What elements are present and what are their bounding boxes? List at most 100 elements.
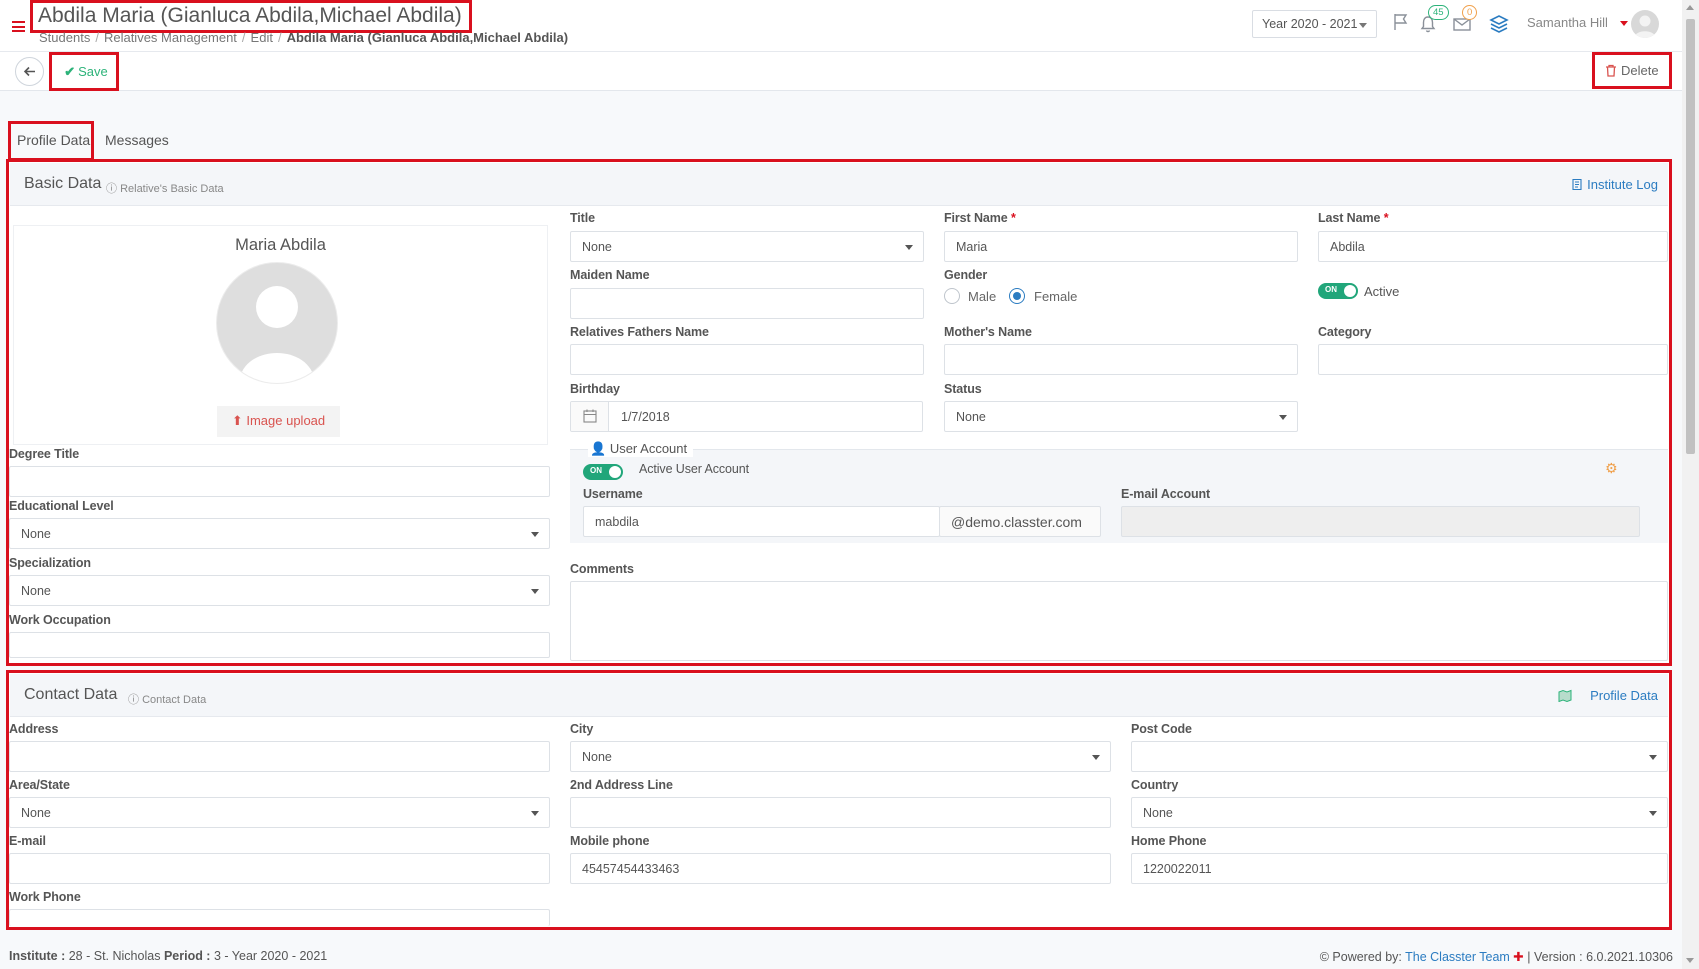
save-button-label: Save	[78, 63, 108, 79]
page-title: Abdila Maria (Gianluca Abdila,Michael Ab…	[30, 0, 472, 33]
mobile-phone-input[interactable]: 45457454433463	[570, 853, 1111, 884]
email-account-input	[1121, 506, 1640, 537]
birthday-input[interactable]: 1/7/2018	[570, 401, 923, 432]
area-state-select[interactable]: None	[9, 797, 550, 828]
chevron-down-icon	[1649, 755, 1657, 760]
image-upload-button[interactable]: ⬆ Image upload	[217, 406, 340, 437]
active-user-account-label: Active User Account	[639, 462, 749, 476]
contact-data-header: Contact Data ⓘ Contact Data Profile Data	[10, 674, 1668, 717]
country-select[interactable]: None	[1131, 797, 1668, 828]
user-name[interactable]: Samantha Hill	[1527, 15, 1608, 30]
chevron-down-icon	[531, 532, 539, 537]
contact-data-subtitle: ⓘ Contact Data	[128, 694, 207, 706]
status-value: None	[956, 410, 986, 424]
title-value: None	[582, 240, 612, 254]
gender-male-radio[interactable]	[944, 288, 960, 304]
page-scrollbar[interactable]	[1682, 0, 1699, 969]
email-account-label: E-mail Account	[1121, 487, 1211, 501]
chevron-down-icon	[531, 589, 539, 594]
specialization-value: None	[21, 584, 51, 598]
category-input[interactable]	[1318, 344, 1668, 375]
user-silhouette-icon	[239, 286, 315, 383]
first-name-input[interactable]: Maria	[944, 231, 1298, 262]
home-phone-input[interactable]: 1220022011	[1131, 853, 1668, 884]
year-select[interactable]: Year 2020 - 2021	[1252, 10, 1377, 38]
educational-level-select[interactable]: None	[9, 518, 550, 549]
work-occupation-input[interactable]	[9, 632, 550, 658]
messages-badge: 0	[1462, 5, 1478, 20]
address-input[interactable]	[9, 741, 550, 772]
institute-log-link[interactable]: Institute Log	[1571, 177, 1658, 192]
user-avatar[interactable]	[1631, 10, 1659, 38]
save-button[interactable]: ✔ Save	[49, 52, 119, 91]
powered-by-label: Powered by:	[1332, 950, 1402, 964]
title-select[interactable]: None	[570, 231, 924, 262]
profile-photo[interactable]	[217, 263, 337, 383]
active-toggle[interactable]: ON	[1318, 283, 1358, 299]
comments-textarea[interactable]	[570, 581, 1668, 661]
post-code-label: Post Code	[1131, 722, 1192, 736]
breadcrumb-students[interactable]: Students	[39, 30, 90, 45]
breadcrumb-relatives-management[interactable]: Relatives Management	[104, 30, 237, 45]
breadcrumb-edit[interactable]: Edit	[251, 30, 273, 45]
maiden-name-label: Maiden Name	[570, 268, 650, 282]
city-label: City	[570, 722, 594, 736]
work-phone-input[interactable]	[9, 909, 550, 926]
category-label: Category	[1318, 325, 1372, 339]
copyright-icon: ©	[1319, 950, 1329, 964]
scroll-icon	[1571, 178, 1582, 191]
institute-label: Institute :	[9, 949, 66, 963]
area-state-label: Area/State	[9, 778, 70, 792]
flag-icon[interactable]	[1391, 12, 1413, 34]
status-select[interactable]: None	[944, 401, 1298, 432]
calendar-icon[interactable]	[571, 402, 609, 431]
action-toolbar: ✔ Save Delete	[0, 52, 1682, 91]
contact-data-title: Contact Data	[24, 686, 118, 703]
scroll-up-arrow-icon[interactable]	[1686, 5, 1694, 10]
mothers-name-input[interactable]	[944, 344, 1298, 375]
maiden-name-input[interactable]	[570, 288, 924, 319]
user-lock-icon: 👤	[590, 441, 610, 456]
scroll-down-arrow-icon[interactable]	[1686, 958, 1694, 963]
work-phone-label: Work Phone	[9, 890, 81, 904]
specialization-select[interactable]: None	[9, 575, 550, 606]
back-button[interactable]	[15, 57, 44, 86]
notifications-badge: 45	[1428, 5, 1449, 20]
username-input[interactable]: mabdila	[583, 506, 940, 537]
user-menu-caret-icon[interactable]	[1620, 21, 1628, 26]
birthday-label: Birthday	[570, 382, 620, 396]
address-line2-input[interactable]	[570, 797, 1111, 828]
scroll-thumb[interactable]	[1686, 19, 1695, 454]
bell-icon[interactable]: 45	[1418, 5, 1449, 34]
user-settings-icon[interactable]: ⚙	[1605, 460, 1618, 477]
delete-button-label: Delete	[1621, 63, 1659, 78]
city-select[interactable]: None	[570, 741, 1111, 772]
chevron-down-icon	[1359, 23, 1367, 28]
post-code-select[interactable]	[1131, 741, 1668, 772]
gender-female-radio[interactable]	[1009, 288, 1025, 304]
title-label: Title	[570, 211, 595, 225]
educational-level-value: None	[21, 527, 51, 541]
active-user-account-toggle[interactable]: ON	[583, 464, 623, 480]
fathers-name-input[interactable]	[570, 344, 924, 375]
email-input[interactable]	[9, 853, 550, 884]
period-value: 3 - Year 2020 - 2021	[213, 949, 328, 963]
classter-team-link[interactable]: The Classter Team	[1405, 950, 1510, 964]
last-name-input[interactable]: Abdila	[1318, 231, 1668, 262]
envelope-icon[interactable]: 0	[1452, 5, 1478, 34]
chevron-down-icon	[1649, 811, 1657, 816]
tab-profile-data[interactable]: Profile Data	[8, 121, 94, 161]
layers-icon[interactable]	[1488, 12, 1510, 34]
work-occupation-label: Work Occupation	[9, 613, 111, 627]
country-label: Country	[1131, 778, 1179, 792]
trash-icon	[1606, 64, 1617, 77]
tab-messages[interactable]: Messages	[105, 123, 169, 159]
degree-title-input[interactable]	[9, 466, 550, 497]
map-icon	[1558, 689, 1572, 703]
profile-data-link[interactable]: Profile Data	[1558, 688, 1658, 703]
footer: Institute : 28 - St. Nicholas Period : 3…	[0, 944, 1682, 969]
username-domain: @demo.classter.com	[939, 506, 1101, 537]
delete-button[interactable]: Delete	[1592, 52, 1672, 89]
menu-icon[interactable]	[12, 21, 25, 32]
home-phone-label: Home Phone	[1131, 834, 1207, 848]
